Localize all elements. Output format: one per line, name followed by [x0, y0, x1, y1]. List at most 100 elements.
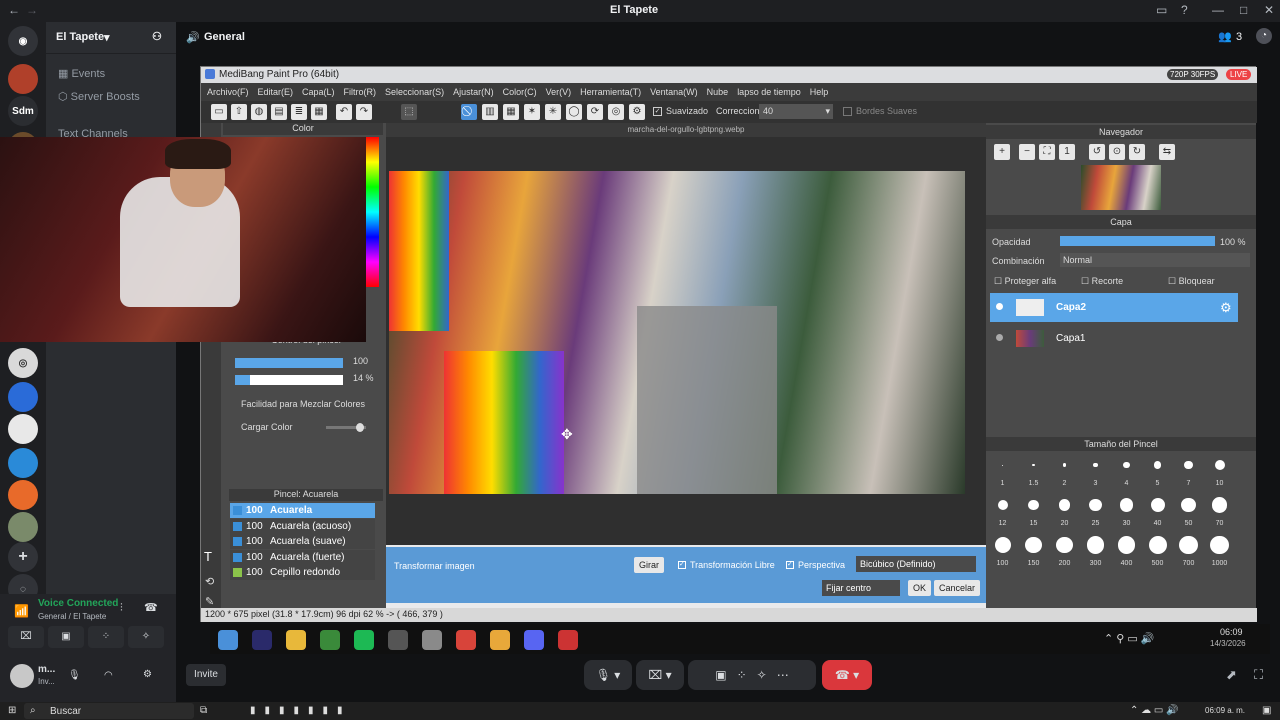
screen-share-button[interactable]: ▣	[48, 626, 84, 648]
headphones-icon[interactable]: ◠	[104, 670, 113, 681]
no-snap-icon[interactable]: ⃠	[461, 104, 477, 120]
transformed-layer[interactable]	[637, 306, 777, 494]
menu-item[interactable]: Archivo(F)	[207, 87, 249, 97]
taskbar-app-icon[interactable]	[252, 630, 272, 650]
notification-icon[interactable]: ▣	[1262, 705, 1271, 716]
brush-size-cell[interactable]: 12	[987, 493, 1018, 529]
snap-ellipse-icon[interactable]: ◎	[608, 104, 624, 120]
snap-circle-icon[interactable]: ◯	[566, 104, 582, 120]
fit-icon[interactable]: ⛶	[1039, 144, 1055, 160]
text-tool-icon[interactable]: T	[204, 549, 212, 564]
layer-row-selected[interactable]: Capa2 ⚙	[990, 293, 1238, 322]
brush-size-cell[interactable]: 4	[1111, 453, 1142, 489]
menu-item[interactable]: Filtro(R)	[344, 87, 377, 97]
camera-off-button[interactable]: ⌧	[8, 626, 44, 648]
invite-button[interactable]: Invite	[186, 664, 226, 686]
brush-size-cell[interactable]: 500	[1142, 533, 1173, 569]
server-header[interactable]: El Tapete ▾ ⚇	[46, 22, 176, 54]
minimize-icon[interactable]: —	[1212, 3, 1224, 17]
correccion-select[interactable]: 40 ▾	[759, 104, 833, 119]
brush-item[interactable]: 100 Acuarela	[230, 503, 375, 518]
document-tab[interactable]: marcha-del-orgullo-lgbtpng.webp	[386, 123, 986, 137]
brush-size-cell[interactable]: 50	[1173, 493, 1204, 529]
brush-size-cell[interactable]: 3	[1080, 453, 1111, 489]
hue-bar[interactable]	[365, 137, 379, 287]
boosts-item[interactable]: ⬡ Server Boosts	[58, 90, 140, 103]
help-icon[interactable]: ?	[1181, 3, 1188, 17]
events-item[interactable]: ▦ Events	[58, 67, 105, 80]
soundboard-button[interactable]: ✧	[128, 626, 164, 648]
brush-item[interactable]: 100 Acuarela (acuoso)	[230, 518, 375, 534]
actual-size-icon[interactable]: 1	[1059, 144, 1075, 160]
layer-row[interactable]: Capa1	[990, 324, 1238, 353]
pen-tool-icon[interactable]: ✎	[205, 595, 214, 608]
snap-setting-icon[interactable]: ⚙	[629, 104, 645, 120]
menu-item[interactable]: Capa(L)	[302, 87, 335, 97]
chat-icon[interactable]: ◔	[1256, 28, 1272, 44]
avatar[interactable]	[10, 664, 34, 688]
brush-size-cell[interactable]: 7	[1173, 453, 1204, 489]
menu-item[interactable]: Ver(V)	[546, 87, 572, 97]
noise-icon[interactable]: ⫶	[120, 602, 123, 615]
rotate-right-icon[interactable]: ↻	[1129, 144, 1145, 160]
list-icon[interactable]: ≣	[291, 104, 307, 120]
new-icon[interactable]: ▭	[211, 104, 227, 120]
members-icon[interactable]: 👥	[1218, 30, 1232, 43]
brush-size-cell[interactable]: 100	[987, 533, 1018, 569]
menu-item[interactable]: Editar(E)	[258, 87, 294, 97]
comment-icon[interactable]: ◍	[251, 104, 267, 120]
server-icon[interactable]	[8, 480, 38, 510]
taskbar-app-icon[interactable]	[422, 630, 442, 650]
server-icon[interactable]	[8, 512, 38, 542]
brush-size-cell[interactable]: 2	[1049, 453, 1080, 489]
menu-item[interactable]: lapso de tiempo	[737, 87, 801, 97]
brush-size-cell[interactable]: 5	[1142, 453, 1173, 489]
layer-opacity-slider[interactable]	[1060, 236, 1215, 246]
menu-item[interactable]: Ventana(W)	[650, 87, 698, 97]
snap-curve-icon[interactable]: ⟳	[587, 104, 603, 120]
navigator-thumbnail[interactable]	[1081, 165, 1161, 210]
ok-button[interactable]: OK	[908, 580, 932, 596]
brush-item[interactable]: 100 Cepillo redondo	[230, 565, 375, 580]
brush-size-cell[interactable]: 30	[1111, 493, 1142, 529]
slider-knob[interactable]	[356, 423, 364, 432]
grid-icon[interactable]: ▦	[311, 104, 327, 120]
windows-start-icon[interactable]: ⊞	[8, 705, 16, 716]
taskbar-app-icon[interactable]	[558, 630, 578, 650]
lasso-tool-icon[interactable]: ⟲	[205, 575, 214, 588]
reset-rotate-icon[interactable]: ⊙	[1109, 144, 1125, 160]
redo-icon[interactable]: ↷	[356, 104, 372, 120]
voice-location[interactable]: General / El Tapete	[38, 612, 106, 621]
snap-cross-icon[interactable]: ✳	[545, 104, 561, 120]
brush-size-cell[interactable]: 40	[1142, 493, 1173, 529]
brush-size-cell[interactable]: 20	[1049, 493, 1080, 529]
selection-icon[interactable]: ⬚	[401, 104, 417, 120]
brush-size-cell[interactable]: 400	[1111, 533, 1142, 569]
camera-toggle-button[interactable]: ⌧ ▾	[636, 660, 684, 690]
search-input[interactable]: ⌕ Buscar	[24, 703, 194, 719]
brush-size-cell[interactable]: 300	[1080, 533, 1111, 569]
clip-checkbox[interactable]: ☐ Recorte	[1081, 276, 1123, 287]
settings-gear-icon[interactable]: ⚙	[143, 669, 152, 680]
task-view-icon[interactable]: ⧉	[200, 705, 207, 716]
taskbar-app-icon[interactable]	[354, 630, 374, 650]
load-color-slider[interactable]	[326, 423, 366, 432]
leave-call-button[interactable]: ☎ ▾	[822, 660, 872, 690]
brush-size-cell[interactable]: 200	[1049, 533, 1080, 569]
discord-home-icon[interactable]: ◉	[8, 26, 38, 56]
brush-size-cell[interactable]: 1.5	[1018, 453, 1049, 489]
free-transform-checkbox[interactable]: ✓	[678, 561, 686, 569]
brush-item[interactable]: 100 Acuarela (fuerte)	[230, 549, 375, 565]
zoom-in-icon[interactable]: +	[994, 144, 1010, 160]
taskbar-app-icon[interactable]	[490, 630, 510, 650]
popout-icon[interactable]: ⬈	[1226, 667, 1237, 683]
server-icon[interactable]: ◎	[8, 348, 38, 378]
alpha-lock-checkbox[interactable]: ☐ Proteger alfa	[994, 276, 1056, 287]
server-icon[interactable]	[8, 64, 38, 94]
save-icon[interactable]: ▤	[271, 104, 287, 120]
blend-select[interactable]: Normal	[1060, 253, 1250, 267]
zoom-out-icon[interactable]: −	[1019, 144, 1035, 160]
canvas-image[interactable]: ✥	[389, 171, 965, 494]
disconnect-icon[interactable]: ☎	[144, 601, 158, 614]
brush-size-slider[interactable]	[235, 358, 343, 368]
